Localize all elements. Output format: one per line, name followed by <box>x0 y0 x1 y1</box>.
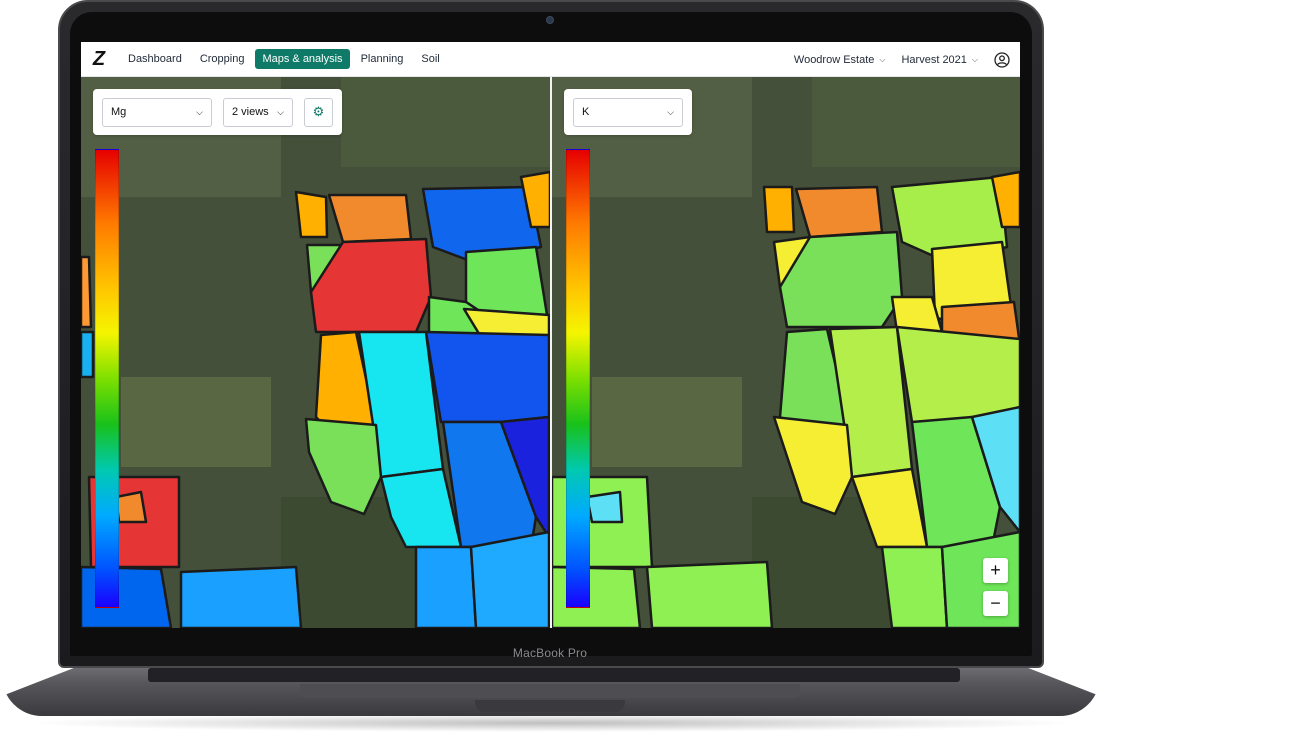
camera-icon <box>546 16 554 24</box>
estate-label: Woodrow Estate <box>793 53 875 66</box>
views-select[interactable]: 2 views ⌵ <box>223 97 293 127</box>
chevron-down-icon: ⌵ <box>667 106 674 117</box>
nav-cropping[interactable]: Cropping <box>193 49 252 69</box>
app-logo[interactable]: Z <box>81 42 117 77</box>
left-field-map <box>81 77 550 628</box>
device-brand-label: MacBook Pro <box>512 646 588 660</box>
nav-planning[interactable]: Planning <box>354 49 411 69</box>
lid-notch <box>475 700 625 712</box>
color-scale-legend-right <box>566 149 590 608</box>
nutrient-select-left-value: Mg <box>111 106 127 118</box>
chevron-down-icon: ⌵ <box>971 54 978 64</box>
nav-soil[interactable]: Soil <box>414 49 446 69</box>
chevron-down-icon: ⌵ <box>196 106 203 117</box>
gear-icon: ⚙ <box>312 104 325 119</box>
header-right-controls: Woodrow Estate ⌵ Harvest 2021 ⌵ <box>794 42 1020 77</box>
estate-dropdown[interactable]: Woodrow Estate ⌵ <box>794 54 886 66</box>
laptop-frame: MacBook Pro Z Dashboard Cropping Maps & … <box>0 0 1293 737</box>
user-circle-icon[interactable] <box>994 51 1010 68</box>
color-scale-legend-left <box>95 149 119 608</box>
keyboard-strip <box>148 668 960 682</box>
nav-maps-analysis[interactable]: Maps & analysis <box>255 49 350 69</box>
left-view-controls: Mg ⌵ 2 views ⌵ ⚙ <box>93 89 342 135</box>
right-map-view[interactable]: K ⌵ + − <box>552 77 1020 628</box>
views-select-value: 2 views <box>232 106 269 118</box>
chevron-down-icon: ⌵ <box>277 106 284 117</box>
top-navigation-bar: Z Dashboard Cropping Maps & analysis Pla… <box>81 42 1020 77</box>
chevron-down-icon: ⌵ <box>879 54 886 64</box>
nutrient-select-right[interactable]: K ⌵ <box>573 97 683 127</box>
harvest-dropdown[interactable]: Harvest 2021 ⌵ <box>901 54 978 66</box>
left-map-view[interactable]: Mg ⌵ 2 views ⌵ ⚙ <box>81 77 550 628</box>
nav-dashboard[interactable]: Dashboard <box>121 49 189 69</box>
right-field-map <box>552 77 1020 628</box>
nutrient-select-right-value: K <box>582 106 590 118</box>
right-view-controls: K ⌵ <box>564 89 692 135</box>
settings-button[interactable]: ⚙ <box>304 97 333 127</box>
harvest-label: Harvest 2021 <box>901 53 967 66</box>
laptop-shadow <box>20 714 1080 732</box>
app-screen: Z Dashboard Cropping Maps & analysis Pla… <box>81 42 1020 628</box>
trackpad-lip <box>300 684 800 698</box>
zoom-out-button[interactable]: − <box>983 591 1008 616</box>
zoom-in-button[interactable]: + <box>983 558 1008 583</box>
nutrient-select-left[interactable]: Mg ⌵ <box>102 97 212 127</box>
